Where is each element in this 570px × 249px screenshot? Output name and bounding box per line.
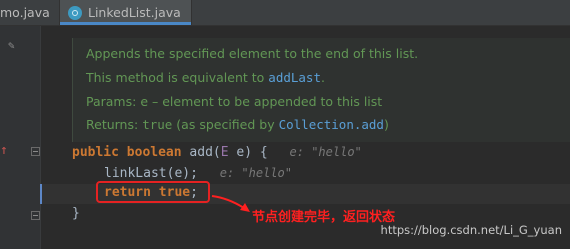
gutter-separator [40, 26, 41, 249]
debug-inline-value: e: "hello" [289, 145, 362, 159]
doc-line-equivalent: This method is equivalent to addLast. [86, 70, 325, 85]
method-name: add( [189, 145, 221, 160]
doc-line-returns: Returns: true (as specified by Collectio… [86, 117, 389, 132]
doc-line-params: Params: e – element to be appended to th… [86, 94, 383, 109]
code-line-closing-brace[interactable]: } [72, 204, 80, 224]
rendered-javadoc: Appends the specified element to the end… [72, 38, 570, 142]
annotation-highlight-box [96, 181, 210, 203]
collection-add-link[interactable]: Collection.add [279, 117, 384, 132]
tab-label: LinkedList.java [88, 5, 181, 20]
code-line-method-signature[interactable]: public boolean add(E e) { e: "hello" [72, 142, 362, 162]
tab-mo-java[interactable]: mo.java [0, 0, 60, 25]
editor-tab-bar: mo.java LinkedList.java [0, 0, 570, 26]
annotation-arrow [211, 195, 250, 212]
tab-linkedlist-java[interactable]: LinkedList.java [60, 0, 192, 25]
addlast-link[interactable]: addLast [268, 70, 321, 85]
code-line-linklast[interactable]: linkLast(e); e: "hello" [104, 163, 292, 183]
java-class-icon [68, 5, 82, 20]
edit-doc-icon[interactable]: ✎ [8, 40, 18, 51]
debug-inline-value: e: "hello" [219, 166, 292, 180]
fold-marker-icon[interactable] [31, 147, 40, 156]
watermark: https://blog.csdn.net/Li_G_yuan [380, 223, 562, 237]
tab-label: mo.java [0, 5, 50, 20]
override-marker-icon[interactable]: ↑ [0, 144, 8, 158]
doc-line-description: Appends the specified element to the end… [86, 46, 419, 61]
fold-marker-icon[interactable] [31, 211, 40, 220]
annotation-text: 节点创建完毕，返回状态 [252, 210, 396, 225]
